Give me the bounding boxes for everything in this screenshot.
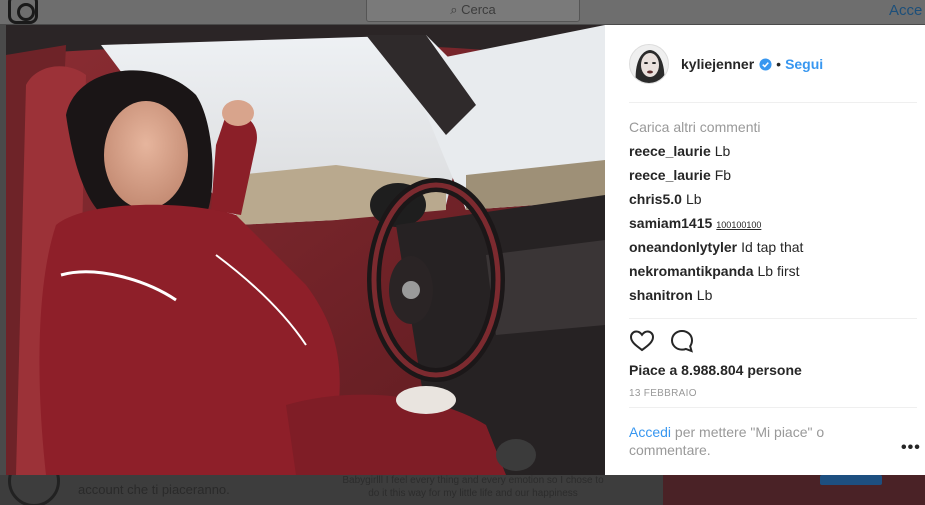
post-actions (629, 328, 695, 354)
heart-icon[interactable] (629, 328, 655, 354)
comment-username[interactable]: reece_laurie (629, 167, 711, 183)
comments-list: Carica altri commenti reece_laurie Lb ree… (629, 117, 917, 317)
comment-item: reece_laurie Lb (629, 141, 917, 165)
background-button (820, 475, 882, 485)
login-prompt: Accedi per mettere "Mi piace" o commenta… (629, 423, 849, 459)
more-options-icon[interactable]: ••• (901, 439, 921, 457)
follow-button[interactable]: Segui (785, 56, 823, 72)
background-search-input: ⌕ Cerca (366, 0, 580, 22)
login-link[interactable]: Accedi (629, 424, 671, 440)
search-placeholder: Cerca (461, 2, 496, 17)
verified-badge-icon (759, 57, 772, 71)
post-date: 13 FEBBRAIO (629, 388, 697, 399)
likes-count[interactable]: Piace a 8.988.804 persone (629, 362, 802, 378)
background-caption: Babygirlll I feel every thing and every … (342, 475, 604, 499)
comment-item: oneandonlytyler Id tap that (629, 237, 917, 261)
post-side-panel: kyliejenner • Segui Carica altri comment… (605, 25, 925, 475)
avatar[interactable] (629, 44, 669, 84)
comment-username[interactable]: shanitron (629, 287, 693, 303)
comment-text: Lb (685, 191, 702, 207)
comment-item-partial (629, 309, 917, 317)
separator-dot: • (776, 56, 782, 72)
post-header: kyliejenner • Segui (629, 43, 917, 85)
divider (629, 407, 917, 408)
comment-username[interactable]: nekromantikpanda (629, 263, 753, 279)
comment-item: samiam1415 100100100 (629, 213, 917, 237)
background-text: account che ti piaceranno. (78, 482, 230, 497)
comment-username[interactable]: samiam1415 (629, 215, 712, 231)
comment-text: Id tap that (741, 239, 804, 255)
comment-icon[interactable] (669, 328, 695, 354)
comment-username[interactable]: oneandonlytyler (629, 239, 737, 255)
divider (629, 318, 917, 319)
comment-text: Lb (714, 143, 731, 159)
comment-text: Lb first (757, 263, 800, 279)
comment-text: Fb (714, 167, 732, 183)
post-photo[interactable] (6, 25, 605, 475)
comment-item: chris5.0 Lb (629, 189, 917, 213)
search-icon: ⌕ (450, 2, 458, 17)
comment-item: reece_laurie Fb (629, 165, 917, 189)
load-more-comments-link[interactable]: Carica altri commenti (629, 117, 917, 141)
instagram-logo-icon (8, 0, 38, 24)
comment-item: nekromantikpanda Lb first (629, 261, 917, 285)
comment-text: 100100100 (716, 220, 762, 230)
background-thumbnail (663, 475, 925, 505)
background-login-link: Acce (889, 2, 923, 19)
comment-username[interactable]: chris5.0 (629, 191, 682, 207)
comment-item: shanitron Lb (629, 285, 917, 309)
comment-username[interactable]: reece_laurie (629, 143, 711, 159)
comment-text: Lb (696, 287, 713, 303)
username-link[interactable]: kyliejenner (681, 56, 754, 72)
divider (629, 102, 917, 103)
